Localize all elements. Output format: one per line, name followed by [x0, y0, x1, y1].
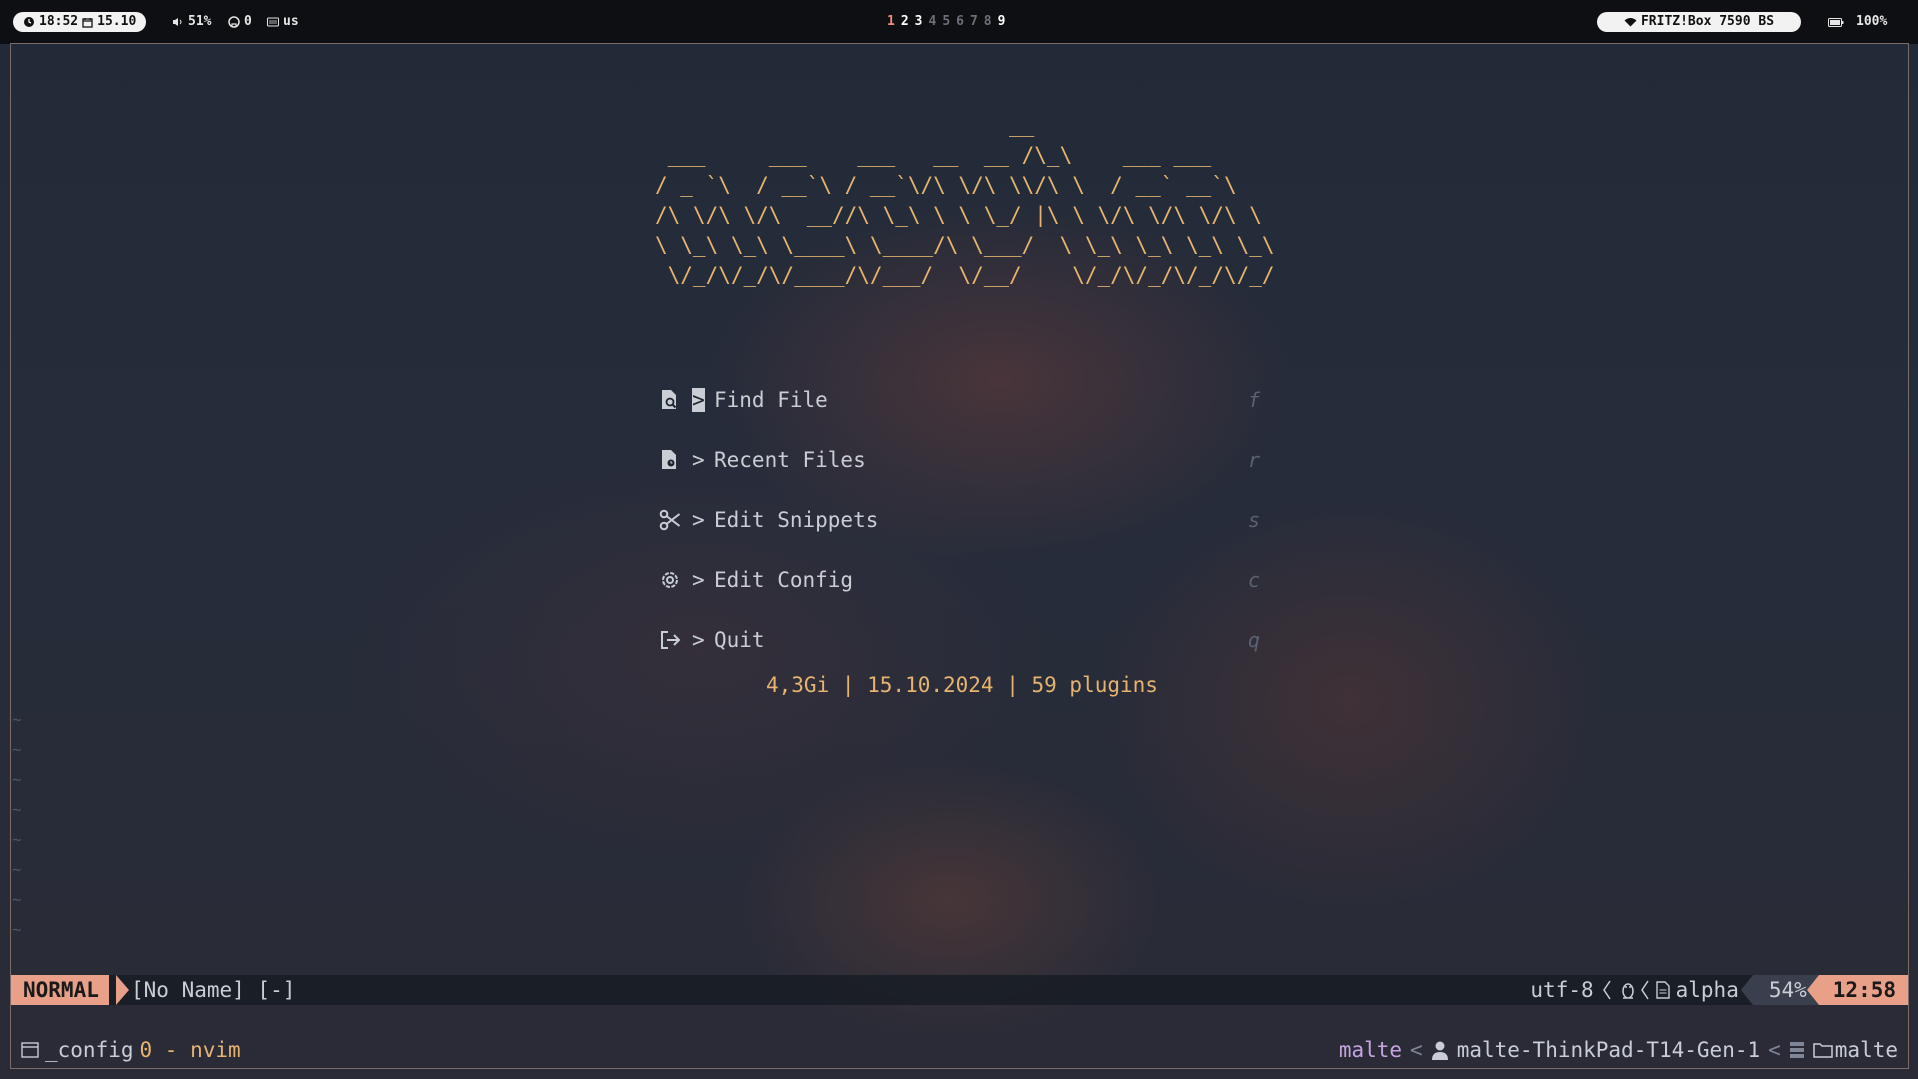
mode-indicator: NORMAL: [11, 975, 109, 1005]
tilde-marker: ~: [12, 740, 22, 759]
workspace-3[interactable]: 3: [915, 12, 923, 32]
github-icon: [228, 16, 240, 28]
menu-find-file[interactable]: > Find File f: [656, 370, 1266, 430]
menu-shortcut-key: r: [1248, 448, 1261, 472]
dashboard-footer-info: 4,3Gi | 15.10.2024 | 59 plugins: [766, 673, 1158, 697]
workspace-5[interactable]: 5: [942, 12, 950, 32]
menu-shortcut-key: s: [1248, 508, 1261, 532]
github-count: 0: [244, 14, 252, 29]
keyboard-layout: us: [283, 14, 299, 29]
menu-prompt: >: [692, 628, 705, 652]
mode-separator: [116, 975, 129, 1005]
menu-prompt: >: [692, 508, 705, 532]
calendar-date: 15.10: [97, 14, 137, 29]
clock-pill[interactable]: 18:52 15.10: [13, 12, 147, 32]
scissors-icon: [656, 506, 684, 534]
workspace-2[interactable]: 2: [901, 12, 909, 32]
empty-line-markers: ~ ~ ~ ~ ~ ~ ~ ~: [12, 705, 22, 945]
battery-icon: [1828, 17, 1844, 27]
tilde-marker: ~: [12, 890, 22, 909]
linux-icon: [1620, 980, 1636, 1000]
github-indicator[interactable]: 0: [228, 12, 252, 32]
battery-value: 100%: [1856, 14, 1888, 29]
workspace-4[interactable]: 4: [928, 12, 936, 32]
menu-quit[interactable]: > Quit q: [656, 610, 1266, 670]
chevron-left-icon: [1640, 980, 1649, 1000]
tmux-directory: malte: [1834, 1038, 1898, 1062]
tilde-marker: ~: [12, 770, 22, 789]
volume-icon: [173, 18, 182, 26]
statusline-right: utf-8 alpha 54% 12:58: [1530, 975, 1908, 1005]
volume-value: 51%: [188, 14, 212, 29]
top-bar: 18:52 15.10 51% 0 us 123456789 FRITZ!Box…: [0, 0, 1918, 44]
menu-edit-config[interactable]: > Edit Config c: [656, 550, 1266, 610]
statusline-clock: 12:58: [1806, 975, 1908, 1005]
tmux-hostname: malte-ThinkPad-T14-Gen-1: [1456, 1038, 1761, 1062]
tilde-marker: ~: [12, 830, 22, 849]
dashboard-menu: > Find File f > Recent Files r > Edit Sn…: [656, 370, 1266, 670]
keyboard-icon: [267, 17, 279, 27]
menu-recent-files[interactable]: > Recent Files r: [656, 430, 1266, 490]
window-icon: [21, 1042, 39, 1058]
tmux-left: _config 0 - nvim: [21, 1035, 241, 1065]
menu-prompt: >: [692, 448, 705, 472]
tmux-right: malte < malte-ThinkPad-T14-Gen-1 < malte: [1339, 1035, 1898, 1065]
folder-icon: [1813, 1043, 1833, 1058]
neovim-ascii-logo: __ ___ ___ ___ __ __ /\_\ ___ ___ / _ `\…: [655, 113, 1275, 287]
menu-label: Quit: [714, 628, 765, 652]
logout-icon: [656, 626, 684, 654]
volume-indicator[interactable]: 51%: [172, 12, 211, 32]
menu-shortcut-key: f: [1248, 388, 1261, 412]
battery-indicator[interactable]: 100%: [1828, 12, 1887, 32]
filetype-indicator: alpha: [1655, 975, 1739, 1005]
file-icon: [1655, 981, 1670, 999]
menu-prompt: >: [692, 568, 705, 592]
tmux-user: malte: [1338, 1038, 1403, 1062]
tmux-status-bar: _config 0 - nvim malte < malte-ThinkPad-…: [11, 1035, 1908, 1065]
buffer-filename: [No Name] [-]: [131, 978, 296, 1002]
menu-label: Recent Files: [714, 448, 866, 472]
user-icon: [1431, 1041, 1448, 1060]
clock-time: 18:52: [39, 14, 79, 29]
file-recent-icon: [656, 446, 684, 474]
keyboard-layout-indicator[interactable]: us: [267, 12, 299, 32]
calendar-icon: [82, 17, 93, 28]
workspace-8[interactable]: 8: [984, 12, 992, 32]
gear-icon: [656, 566, 684, 594]
tilde-marker: ~: [12, 920, 22, 939]
menu-label: Edit Snippets: [714, 508, 879, 532]
menu-label: Find File: [714, 388, 828, 412]
workspace-7[interactable]: 7: [970, 12, 978, 32]
menu-shortcut-key: q: [1248, 628, 1261, 652]
filetype-label: alpha: [1675, 978, 1739, 1002]
wifi-ssid: FRITZ!Box 7590 BS: [1640, 14, 1775, 29]
chevron-left-icon: [1602, 980, 1611, 1000]
workspace-1[interactable]: 1: [887, 12, 895, 32]
menu-label: Edit Config: [714, 568, 854, 592]
workspace-6[interactable]: 6: [956, 12, 964, 32]
menu-edit-snippets[interactable]: > Edit Snippets s: [656, 490, 1266, 550]
tmux-separator: <: [1410, 1038, 1423, 1062]
wifi-pill[interactable]: FRITZ!Box 7590 BS: [1597, 12, 1801, 32]
workspace-9[interactable]: 9: [998, 12, 1006, 32]
file-search-icon: [656, 386, 684, 414]
menu-cursor: >: [692, 388, 705, 412]
file-encoding: utf-8: [1530, 978, 1594, 1002]
tmux-window-name[interactable]: 0 - nvim: [140, 1035, 241, 1065]
vim-statusline: NORMAL [No Name] [-] utf-8 alpha 54% 12:…: [11, 975, 1908, 1005]
clock-icon: [24, 17, 34, 27]
server-icon: [1789, 1042, 1804, 1058]
tilde-marker: ~: [12, 800, 22, 819]
wifi-icon: [1624, 18, 1637, 27]
tilde-marker: ~: [12, 860, 22, 879]
tilde-marker: ~: [12, 710, 22, 729]
menu-shortcut-key: c: [1248, 568, 1261, 592]
workspace-switcher: 123456789: [887, 12, 1005, 32]
tmux-separator: <: [1768, 1038, 1781, 1062]
tmux-session-name[interactable]: _config: [45, 1035, 134, 1065]
